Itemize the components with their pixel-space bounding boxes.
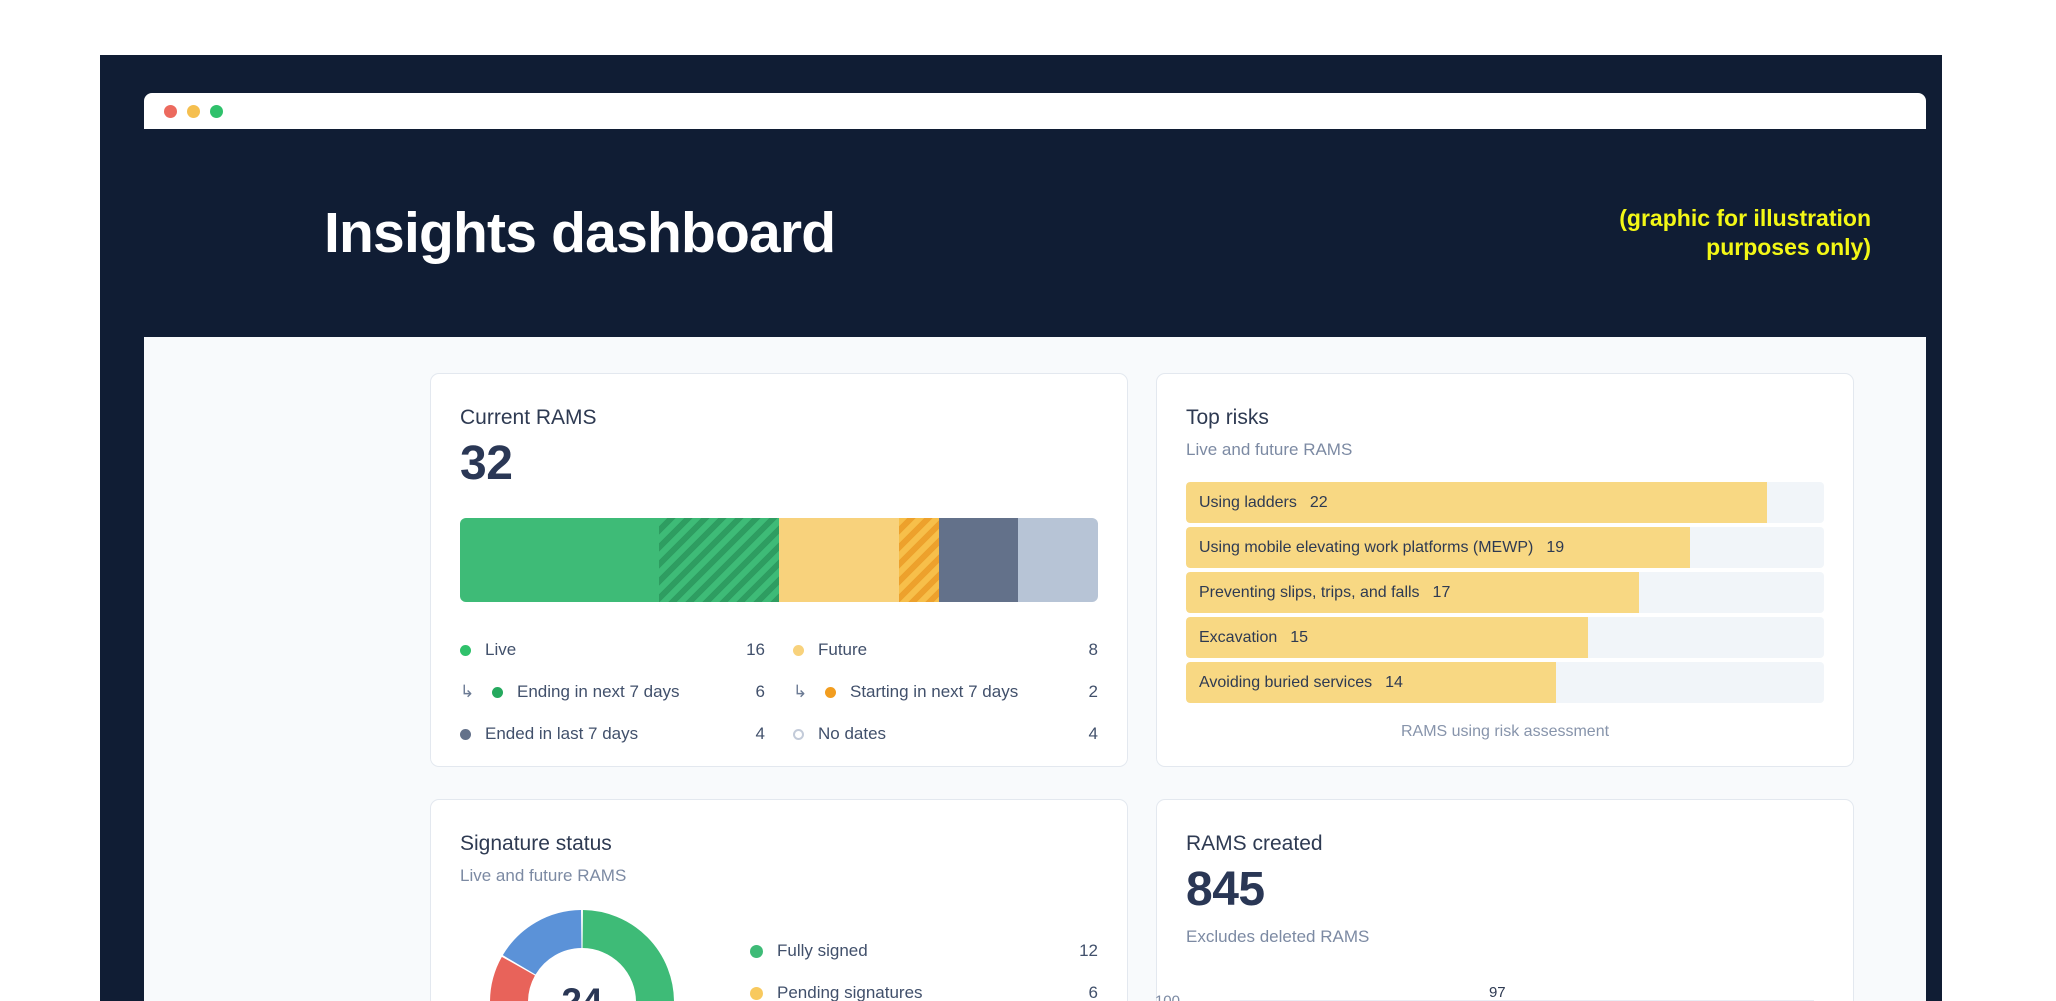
legend-label: Live — [485, 640, 517, 659]
bar-chart-plot-area: 668678588297604280823381 — [1230, 983, 1814, 1001]
rams-created-title: RAMS created — [1186, 832, 1323, 855]
legend-dot-icon — [492, 686, 503, 698]
signature-legend: Fully signed12Pending signatures6Has rej… — [750, 930, 1098, 1001]
legend-value: 8 — [1088, 640, 1098, 659]
signature-legend-row: Pending signatures 6 — [750, 972, 1098, 1001]
risk-value: 22 — [1309, 493, 1328, 511]
legend-label: Ending in next 7 days — [517, 682, 680, 701]
risk-label: Excavation — [1199, 628, 1278, 646]
stacked-bar-segment-no-dates — [1018, 518, 1098, 602]
risk-row[interactable]: Preventing slips, trips, and falls 17 — [1186, 572, 1824, 613]
risk-text: Preventing slips, trips, and falls 17 — [1199, 572, 1450, 613]
legend-dot-icon — [750, 986, 763, 1000]
stacked-bar-segment-future — [779, 518, 899, 602]
legend-row: No dates 4 — [793, 713, 1098, 755]
risk-value: 14 — [1385, 673, 1403, 691]
stacked-bar-segment-ending-next-7-days — [659, 518, 779, 602]
risk-text: Excavation 15 — [1199, 617, 1308, 658]
donut-center-value: 24 — [486, 906, 678, 1001]
signature-legend-label: Fully signed — [777, 941, 868, 960]
card-top-risks: Top risks Live and future RAMS Using lad… — [1156, 373, 1854, 767]
legend-value: 6 — [755, 682, 765, 701]
risk-label: Using ladders — [1199, 493, 1297, 511]
signature-status-title: Signature status — [460, 832, 612, 855]
rams-created-bar-chart: 668678588297604280823381 100755025 — [1155, 969, 1824, 1001]
top-risks-title: Top risks — [1186, 406, 1269, 429]
signature-donut-chart: 24 — [486, 906, 678, 1001]
rams-created-total: 845 — [1186, 863, 1265, 916]
risk-value: 17 — [1432, 583, 1451, 601]
arrow-right-down-icon: ↳ — [460, 682, 475, 701]
illustration-disclaimer-line2: purposes only) — [1706, 234, 1871, 260]
signature-status-subtitle: Live and future RAMS — [460, 866, 627, 885]
maximize-icon[interactable] — [210, 104, 223, 118]
browser-title-bar — [144, 93, 1926, 129]
close-icon[interactable] — [164, 104, 177, 118]
legend-value: 4 — [755, 724, 765, 743]
dashboard-body: Current RAMS 32 Live 16 Future 8 ↳ Ending in … — [144, 337, 1926, 1001]
bar-chart-value-label: 97 — [1488, 983, 1506, 1001]
risk-label: Preventing slips, trips, and falls — [1199, 583, 1420, 601]
legend-dot-icon — [825, 686, 836, 698]
risk-text: Using mobile elevating work platforms (M… — [1199, 527, 1564, 568]
legend-label: Starting in next 7 days — [850, 682, 1019, 701]
legend-dot-icon — [793, 728, 804, 740]
top-risks-caption: RAMS using risk assessment — [1400, 723, 1610, 740]
stacked-bar-segment-starting-next-7-days — [898, 518, 939, 602]
stacked-bar-segment-ended-last-7-days — [938, 518, 1019, 602]
risk-text: Using ladders 22 — [1199, 482, 1328, 523]
app-header: Insights dashboard (graphic for illustra… — [144, 129, 1926, 337]
legend-dot-icon — [460, 728, 471, 740]
minimize-icon[interactable] — [187, 104, 200, 118]
risk-row[interactable]: Excavation 15 — [1186, 617, 1824, 658]
current-rams-title: Current RAMS — [460, 406, 597, 429]
legend-dot-icon — [750, 944, 763, 958]
card-rams-created: RAMS created 845 Excludes deleted RAMS 6… — [1155, 799, 1854, 1001]
legend-row: ↳ Starting in next 7 days 2 — [793, 671, 1098, 713]
legend-label: Ended in last 7 days — [485, 724, 639, 743]
legend-label: Future — [818, 640, 868, 659]
legend-row: Ended in last 7 days 4 — [460, 713, 765, 755]
stacked-bar-segment-live — [460, 518, 660, 602]
arrow-right-down-icon: ↳ — [793, 682, 808, 701]
page-title: Insights dashboard — [324, 201, 836, 265]
card-signature-status: Signature status Live and future RAMS 24… — [430, 799, 1128, 1001]
rams-created-subtitle: Excludes deleted RAMS — [1186, 927, 1370, 946]
top-risks-list: Using ladders 22 Using mobile elevating wo… — [1186, 482, 1824, 703]
current-rams-stacked-bar — [460, 518, 1098, 602]
legend-value: 16 — [746, 640, 765, 659]
legend-row: ↳ Ending in next 7 days 6 — [460, 671, 765, 713]
risk-row[interactable]: Avoiding buried services 14 — [1186, 662, 1824, 703]
bar-chart-y-tick: 100 — [1142, 993, 1180, 1001]
risk-row[interactable]: Using ladders 22 — [1186, 482, 1824, 523]
illustration-disclaimer-line1: (graphic for illustration — [1619, 204, 1871, 231]
legend-value: 4 — [1088, 724, 1098, 743]
legend-value: 2 — [1088, 682, 1098, 701]
risk-label: Using mobile elevating work platforms (M… — [1199, 538, 1534, 556]
legend-dot-icon — [460, 644, 471, 656]
current-rams-total: 32 — [460, 437, 513, 490]
risk-value: 15 — [1290, 628, 1309, 646]
signature-legend-value: 6 — [1088, 983, 1098, 1001]
legend-dot-icon — [793, 644, 804, 656]
risk-text: Avoiding buried services 14 — [1199, 662, 1403, 703]
device-frame: Insights dashboard (graphic for illustra… — [100, 55, 1942, 1001]
risk-row[interactable]: Using mobile elevating work platforms (M… — [1186, 527, 1824, 568]
signature-legend-row: Fully signed 12 — [750, 930, 1098, 972]
signature-legend-value: 12 — [1079, 941, 1098, 960]
current-rams-legend: Live 16 Future 8 ↳ Ending in next 7 days 6 ↳ Sta… — [460, 629, 1098, 755]
top-risks-subtitle: Live and future RAMS — [1186, 440, 1353, 459]
legend-label: No dates — [818, 724, 887, 743]
card-current-rams: Current RAMS 32 Live 16 Future 8 ↳ Ending in … — [430, 373, 1128, 767]
legend-row: Future 8 — [793, 629, 1098, 671]
illustration-disclaimer: (graphic for illustration purposes only) — [1619, 204, 1871, 263]
risk-label: Avoiding buried services — [1199, 673, 1373, 691]
risk-value: 19 — [1546, 538, 1565, 556]
legend-row: Live 16 — [460, 629, 765, 671]
signature-legend-label: Pending signatures — [777, 983, 923, 1001]
